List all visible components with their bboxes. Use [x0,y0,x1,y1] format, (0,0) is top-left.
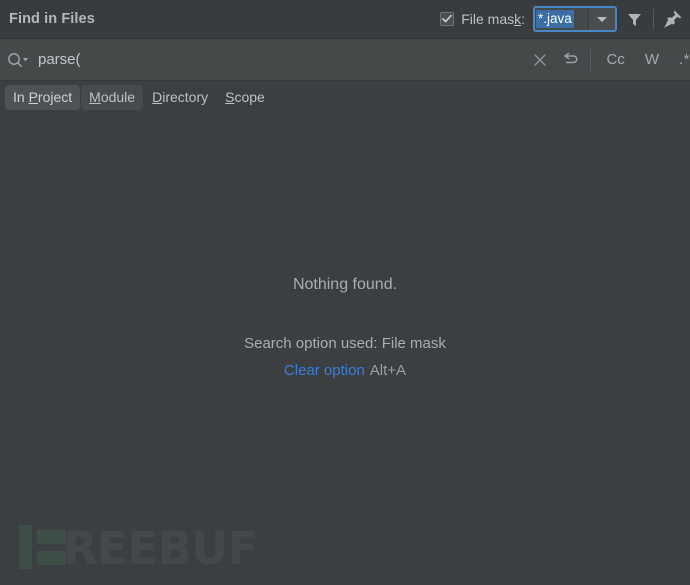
file-mask-label-post: : [521,11,525,27]
tab-module[interactable]: Module [81,85,144,110]
words-toggle[interactable]: W [635,51,669,68]
watermark-bar-bottom [37,551,66,565]
file-mask-dropdown-button[interactable] [588,8,615,30]
pin-icon [664,10,682,28]
clear-option-shortcut: Alt+A [369,362,407,379]
reset-arrow-icon [564,52,578,64]
clear-option-link[interactable]: Clear option [284,362,365,379]
file-mask-value: *.java [536,9,574,29]
tab-module-mnemonic: M [89,89,101,105]
tab-directory-post: irectory [162,89,209,105]
freebuf-watermark: REEBUF [19,522,258,575]
chevron-down-icon [597,16,607,22]
filter-funnel-icon [627,13,641,26]
clear-option-line: Clear option Alt+A [284,362,406,379]
file-mask-combobox[interactable]: *.java [533,6,617,32]
close-icon [534,53,547,66]
regex-toggle[interactable]: .* [669,51,690,68]
watermark-text: REEBUF [63,522,258,575]
find-in-files-window: Find in Files File mask: *.java parse(C… [0,0,690,585]
clear-search-button[interactable] [525,39,555,80]
file-mask-label: File mask: [461,11,525,27]
scope-tabs: In Project Module Directory Scope [0,81,690,114]
search-icon [8,52,28,67]
pin-button[interactable] [656,0,690,38]
header-separator [653,9,654,29]
search-icon-button[interactable] [7,52,29,68]
watermark-bar-top [37,530,66,544]
nothing-found-message: Nothing found. [292,276,398,293]
search-row: parse( Cc W .* [0,39,690,81]
filter-button[interactable] [617,0,651,38]
window-header: Find in Files File mask: *.java [0,0,690,39]
tab-scope-post: cope [234,89,265,105]
header-controls: File mask: *.java [440,0,690,38]
watermark-f-mark [19,525,66,569]
tab-scope[interactable]: Scope [217,85,273,110]
watermark-bar-vertical [19,525,32,569]
page-title: Find in Files [9,11,95,27]
reset-search-button[interactable] [555,39,585,80]
tab-in-project[interactable]: In Project [5,85,81,110]
tab-in-project-mnemonic: P [28,89,38,105]
tab-module-post: odule [100,89,136,105]
results-area: Nothing found. Search option used: File … [0,114,690,585]
checkmark-icon [442,14,453,23]
file-mask-checkbox[interactable] [440,12,455,26]
search-input[interactable]: parse( [38,51,81,68]
tab-in-project-pre: In [13,89,29,105]
file-mask-input[interactable]: *.java [535,8,588,30]
search-option-used-message: Search option used: File mask [244,335,446,352]
match-case-toggle[interactable]: Cc [596,51,634,68]
tab-directory-mnemonic: D [152,89,163,105]
tab-directory[interactable]: Directory [144,85,216,110]
search-controls-separator [590,48,592,71]
file-mask-label-pre: File mas [461,11,515,27]
tab-in-project-post: roject [37,89,73,105]
search-row-controls: Cc W .* [525,39,690,80]
